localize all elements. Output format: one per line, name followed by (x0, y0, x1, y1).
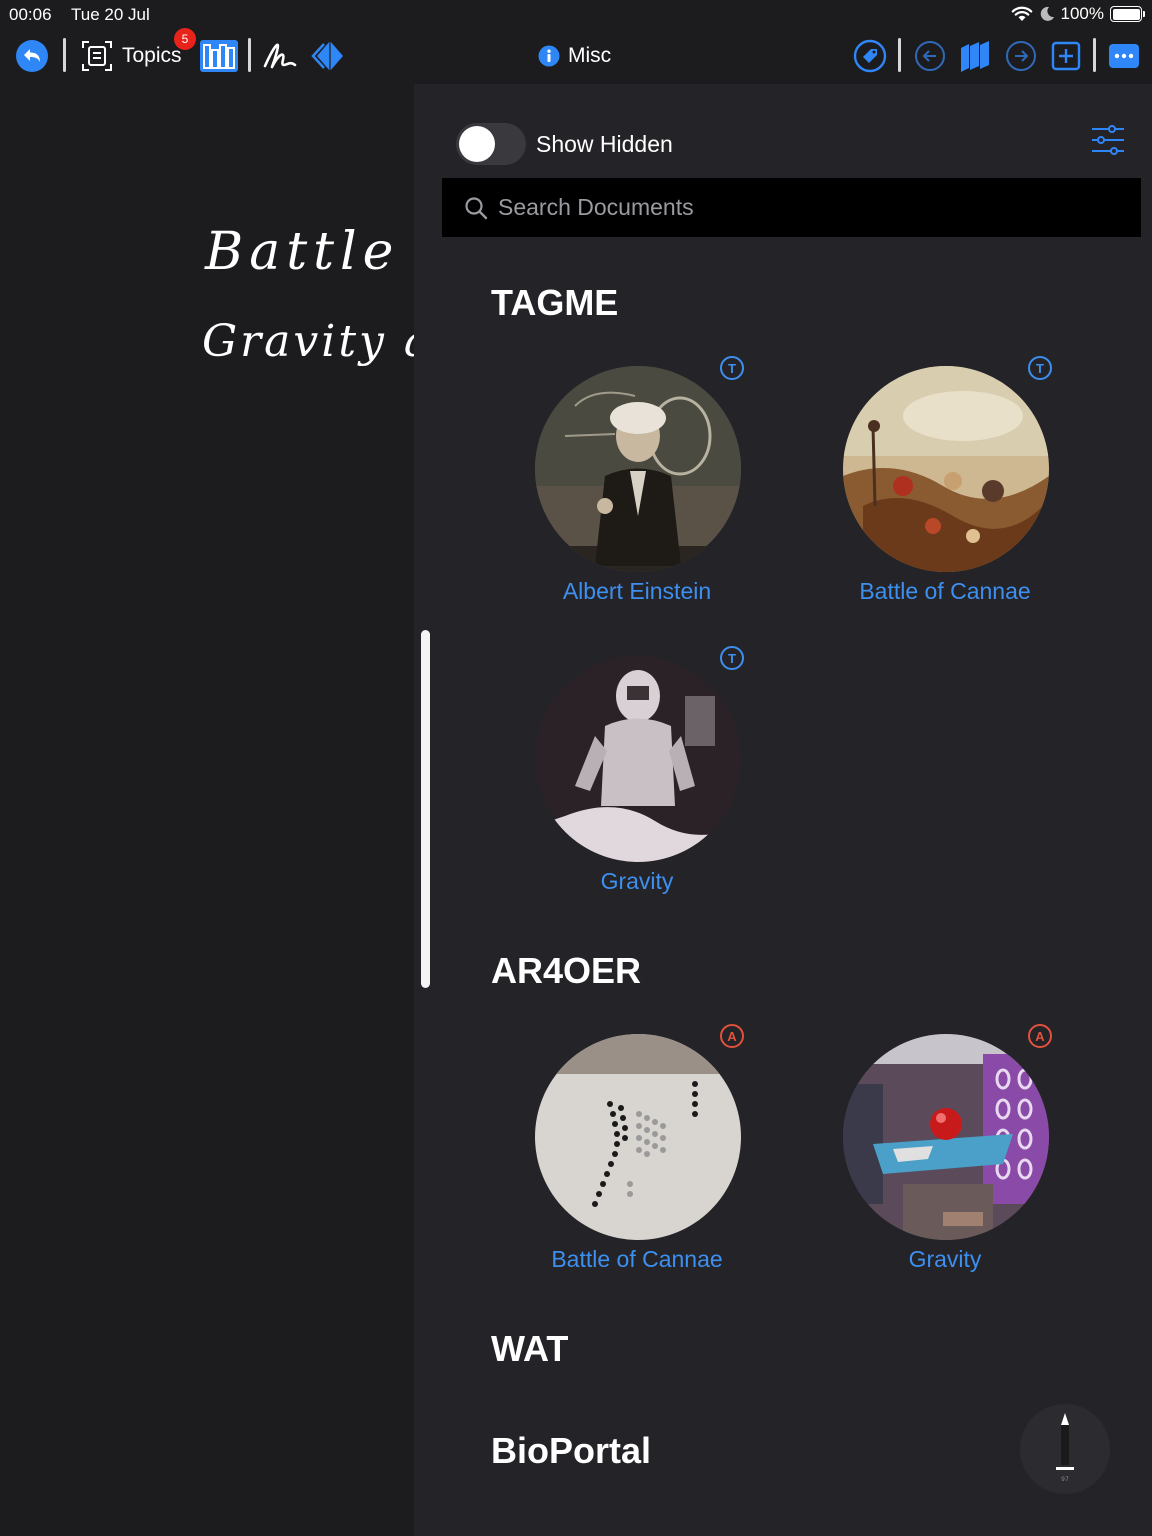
more-button[interactable] (1107, 36, 1141, 76)
back-button[interactable] (14, 36, 50, 76)
books-icon (961, 41, 989, 72)
filter-icon (1092, 125, 1124, 155)
next-page-button[interactable] (1003, 36, 1039, 76)
toolbar-separator (248, 38, 251, 72)
document-title: Gravity (908, 1246, 982, 1272)
more-icon (1109, 44, 1139, 68)
show-hidden-row: Show Hidden (456, 122, 673, 166)
diamond-button[interactable] (310, 36, 346, 76)
status-bar: 00:06 Tue 20 Jul 100% (0, 0, 1152, 28)
note-canvas[interactable]: Battle of Gravity and (0, 84, 414, 1536)
pencil-icon: 97 (1056, 1413, 1074, 1483)
einstein-thumbnail (535, 366, 741, 572)
library-button[interactable] (198, 36, 240, 76)
topics-icon (82, 41, 112, 71)
document-title: Battle of Cannae (551, 1246, 723, 1272)
battery-icon (1110, 6, 1145, 22)
tag-icon (853, 39, 887, 73)
cannae-painting-thumbnail (843, 366, 1049, 572)
show-hidden-label: Show Hidden (536, 130, 673, 157)
document-title: Albert Einstein (562, 578, 712, 604)
info-icon (538, 45, 560, 67)
add-icon (1051, 41, 1081, 71)
scribble-button[interactable] (262, 36, 298, 76)
pencil-tool-button[interactable]: 97 (1020, 1404, 1110, 1494)
topics-label: Topics (122, 44, 182, 67)
toolbar-separator (63, 38, 66, 72)
toolbar-separator (1093, 38, 1096, 72)
toolbar: Topics 5 Misc (0, 28, 1152, 84)
handwriting-line: Battle of (205, 222, 414, 282)
document-card[interactable]: T Gravity (492, 646, 782, 906)
section-title: BioPortal (491, 1430, 652, 1471)
astronaut-thumbnail (535, 656, 741, 862)
next-page-icon (1006, 41, 1036, 71)
document-title: Gravity (600, 868, 674, 894)
page-title-text: Misc (568, 44, 612, 67)
ar-gravity-thumbnail (843, 1034, 1049, 1240)
topics-button[interactable]: Topics (80, 36, 182, 76)
books-button[interactable] (956, 36, 994, 76)
page-title[interactable]: Misc (538, 36, 611, 76)
panel-resize-handle[interactable] (421, 630, 430, 988)
show-hidden-toggle[interactable] (456, 123, 526, 165)
section-title: WAT (491, 1328, 569, 1369)
search-icon (465, 196, 488, 219)
library-icon (200, 40, 238, 72)
diamond-icon (311, 41, 343, 71)
ar-cannae-thumbnail (535, 1034, 741, 1240)
section-title: TAGME (491, 282, 619, 323)
tag-badge: T (720, 356, 744, 380)
tag-badge: A (720, 1024, 744, 1048)
search-input[interactable] (498, 194, 1098, 221)
svg-text:97: 97 (1061, 1476, 1069, 1483)
status-date: Tue 20 Jul (71, 5, 150, 24)
wifi-icon (1011, 6, 1032, 21)
document-card[interactable]: T Battle of Cannae (800, 356, 1090, 616)
handwriting-line: Gravity and (202, 316, 414, 367)
prev-page-button[interactable] (912, 36, 948, 76)
topics-badge: 5 (174, 28, 196, 50)
moon-icon (1040, 6, 1054, 21)
document-title: Battle of Cannae (859, 578, 1031, 604)
scribble-icon (263, 43, 297, 69)
toolbar-separator (898, 38, 901, 72)
tag-badge: A (1028, 1024, 1052, 1048)
document-card[interactable]: A Gravity (800, 1024, 1090, 1284)
document-card[interactable]: T Albert Einstein (492, 356, 782, 616)
status-indicators: 100% (1011, 4, 1145, 24)
document-card[interactable]: A Battle of Cannae (492, 1024, 782, 1284)
tag-button[interactable] (852, 36, 888, 76)
section-title: AR4OER (491, 950, 642, 991)
prev-page-icon (915, 41, 945, 71)
tag-badge: T (1028, 356, 1052, 380)
filter-button[interactable] (1090, 124, 1126, 156)
battery-percent: 100% (1060, 4, 1104, 23)
search-bar (442, 178, 1141, 237)
add-button[interactable] (1049, 36, 1083, 76)
back-icon (16, 40, 48, 72)
status-time: 00:06 (9, 5, 52, 24)
tag-badge: T (720, 646, 744, 670)
